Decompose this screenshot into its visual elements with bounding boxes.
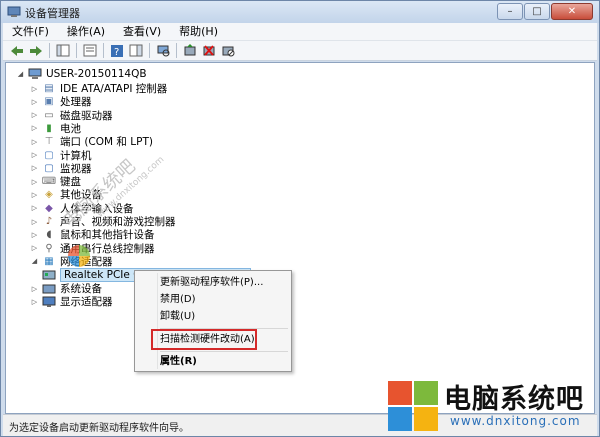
menu-disable[interactable]: 禁用(D) <box>160 292 196 308</box>
forward-arrow-icon[interactable] <box>28 43 44 59</box>
system-devices-icon <box>42 283 56 295</box>
expand-arrow-icon[interactable]: ▷ <box>30 204 39 212</box>
toolbar-separator <box>149 43 150 58</box>
toolbar-separator <box>176 43 177 58</box>
tree-item-port[interactable]: ▷ ⊤ 端口 (COM 和 LPT) <box>30 135 153 148</box>
tree-item-computer[interactable]: ▷ ▢ 计算机 <box>30 149 92 162</box>
help-icon[interactable]: ? <box>109 43 125 59</box>
tree-item-monitor[interactable]: ▷ ▢ 监视器 <box>30 162 92 175</box>
disable-icon[interactable] <box>220 43 236 59</box>
menu-file[interactable]: 文件(F) <box>3 23 58 41</box>
tree-item-mouse[interactable]: ▷ ◖ 鼠标和其他指针设备 <box>30 228 155 241</box>
port-icon: ⊤ <box>44 136 54 148</box>
context-menu-separator <box>160 351 288 352</box>
device-tree-pane[interactable]: ◢ USER-20150114QB ▷ ▤ IDE ATA/ATAPI 控制器 ▷ ▣ 处… <box>5 62 595 414</box>
menu-update-driver[interactable]: 更新驱动程序软件(P)... <box>160 275 263 291</box>
toolbar-separator <box>49 43 50 58</box>
tree-item-display-adapter[interactable]: ▷ 显示适配器 <box>30 295 113 308</box>
computer-root-icon <box>28 68 42 80</box>
toolbar: ? <box>3 41 597 61</box>
scan-hardware-icon[interactable] <box>155 43 171 59</box>
tree-item-usb[interactable]: ▷ ⚲ 通用串行总线控制器 <box>30 242 155 255</box>
tree-item-battery[interactable]: ▷ ▮ 电池 <box>30 122 81 135</box>
keyboard-icon: ⌨ <box>41 176 57 188</box>
expand-arrow-icon[interactable]: ▷ <box>30 124 39 132</box>
minimize-button[interactable]: – <box>497 3 523 20</box>
tree-root[interactable]: ◢ USER-20150114QB <box>16 67 147 80</box>
context-menu: 更新驱动程序软件(P)... 禁用(D) 卸载(U) 扫描检测硬件改动(A) 属… <box>134 270 292 372</box>
menu-uninstall[interactable]: 卸载(U) <box>160 309 195 325</box>
menu-view[interactable]: 查看(V) <box>114 23 170 41</box>
collapse-arrow-icon[interactable]: ◢ <box>16 70 25 78</box>
menu-properties[interactable]: 属性(R) <box>160 354 197 370</box>
expand-arrow-icon[interactable]: ▷ <box>30 298 39 306</box>
tree-item-hid[interactable]: ▷ ◆ 人体学输入设备 <box>30 202 134 215</box>
update-driver-icon[interactable] <box>182 43 198 59</box>
tree-item-disk-drive[interactable]: ▷ ▭ 磁盘驱动器 <box>30 109 113 122</box>
tree-item-other-devices[interactable]: ▷ ◈ 其他设备 <box>30 188 102 201</box>
other-devices-icon: ◈ <box>45 189 53 201</box>
mouse-icon: ◖ <box>46 229 52 241</box>
back-arrow-icon[interactable] <box>9 43 25 59</box>
svg-text:?: ? <box>114 47 119 58</box>
expand-arrow-icon[interactable]: ▷ <box>30 218 39 226</box>
expand-arrow-icon[interactable]: ▷ <box>30 111 39 119</box>
console-tree-icon[interactable] <box>55 43 71 59</box>
expand-arrow-icon[interactable]: ▷ <box>30 164 39 172</box>
menu-action[interactable]: 操作(A) <box>58 23 114 41</box>
hid-icon: ◆ <box>45 202 53 214</box>
device-manager-window: 设备管理器 – □ ✕ 文件(F) 操作(A) 查看(V) 帮助(H) ? ◢ <box>0 0 600 437</box>
expand-arrow-icon[interactable]: ▷ <box>30 231 39 239</box>
disk-drive-icon: ▭ <box>44 109 54 121</box>
tree-item-keyboard[interactable]: ▷ ⌨ 键盘 <box>30 175 81 188</box>
uninstall-icon[interactable] <box>201 43 217 59</box>
toolbar-separator <box>103 43 104 58</box>
device-manager-icon <box>7 5 21 19</box>
expand-arrow-icon[interactable]: ▷ <box>30 151 39 159</box>
watermark-logo <box>68 245 90 267</box>
window-title: 设备管理器 <box>25 7 80 20</box>
properties-toolbar-icon[interactable] <box>82 43 98 59</box>
maximize-button[interactable]: □ <box>524 3 550 20</box>
tree-item-label-display-adapter: 显示适配器 <box>60 296 113 308</box>
title-bar[interactable]: 设备管理器 – □ ✕ <box>1 1 599 23</box>
expand-arrow-icon[interactable]: ▷ <box>30 138 39 146</box>
tree-root-label: USER-20150114QB <box>46 67 147 80</box>
brand-name: 电脑系统吧 <box>444 384 584 415</box>
battery-icon: ▮ <box>46 122 52 134</box>
close-button[interactable]: ✕ <box>551 3 593 20</box>
tree-item-processor[interactable]: ▷ ▣ 处理器 <box>30 95 92 108</box>
context-menu-icon-strip <box>157 273 158 369</box>
usb-icon: ⚲ <box>45 242 53 254</box>
processor-icon: ▣ <box>44 96 54 108</box>
display-adapter-icon <box>42 296 56 308</box>
monitor-icon: ▢ <box>44 162 54 174</box>
expand-arrow-icon[interactable]: ▷ <box>30 191 39 199</box>
tree-item-sound[interactable]: ▷ ♪ 声音、视频和游戏控制器 <box>30 215 176 228</box>
tree-item-ide-controller[interactable]: ▷ ▤ IDE ATA/ATAPI 控制器 <box>30 82 167 95</box>
highlight-annotation-box <box>151 329 257 350</box>
status-text: 为选定设备启动更新驱动程序软件向导。 <box>9 423 189 434</box>
network-adapter-icon: ▦ <box>44 255 54 267</box>
expand-arrow-icon[interactable]: ▷ <box>30 244 39 252</box>
computer-icon: ▢ <box>44 149 54 161</box>
brand-url: www.dnxitong.com <box>450 414 581 428</box>
menu-bar: 文件(F) 操作(A) 查看(V) 帮助(H) <box>3 23 597 41</box>
sound-icon: ♪ <box>45 216 53 227</box>
action-pane-icon[interactable] <box>128 43 144 59</box>
network-card-icon <box>42 269 56 281</box>
expand-arrow-icon[interactable]: ▷ <box>30 178 39 186</box>
brand-logo <box>388 381 438 431</box>
ide-controller-icon: ▤ <box>44 83 54 94</box>
expand-arrow-icon[interactable]: ▷ <box>30 98 39 106</box>
expand-arrow-icon[interactable]: ▷ <box>30 85 39 93</box>
collapse-arrow-icon[interactable]: ◢ <box>30 257 39 265</box>
menu-help[interactable]: 帮助(H) <box>170 23 227 41</box>
expand-arrow-icon[interactable]: ▷ <box>30 285 39 293</box>
toolbar-separator <box>76 43 77 58</box>
